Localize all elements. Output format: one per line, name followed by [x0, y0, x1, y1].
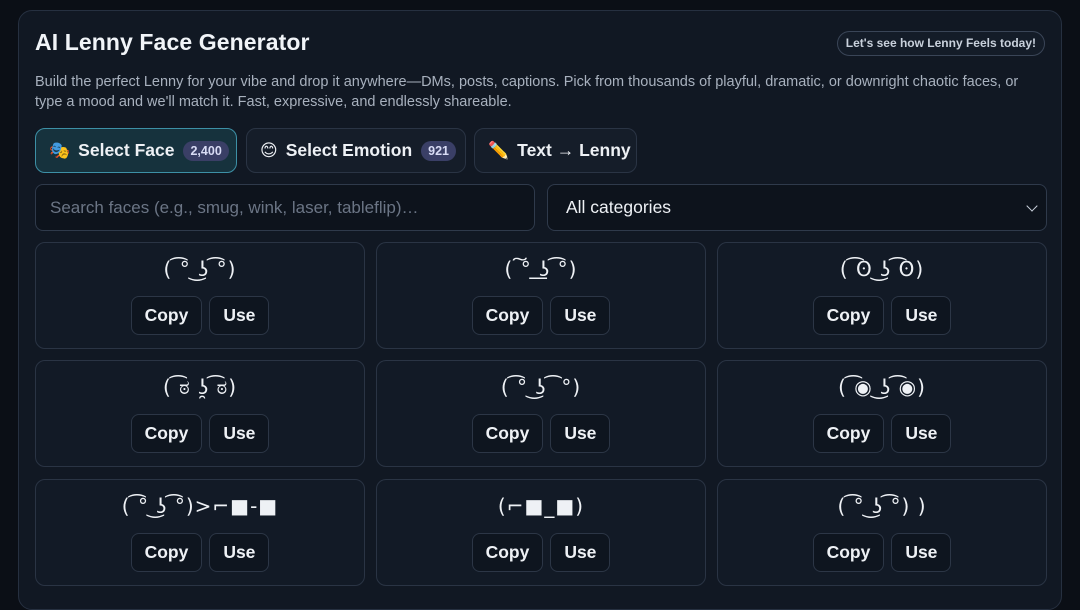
tab-label: Select Face: [78, 140, 175, 160]
page-title: AI Lenny Face Generator: [35, 29, 310, 55]
face-text: ( ͡° ͜ʖ ͡°) ): [837, 494, 927, 518]
chevron-down-icon: [1026, 200, 1038, 212]
generator-panel: AI Lenny Face Generator Let's see how Le…: [18, 10, 1062, 610]
face-card: ( ͡° ͜ʖ ͡ °) Copy Use: [376, 360, 706, 467]
face-card: ( ͡◉ ͜ʖ ͡◉) Copy Use: [717, 360, 1047, 467]
use-button[interactable]: Use: [550, 296, 611, 335]
face-text: ( ͡° ͜ʖ ͡°): [163, 257, 237, 281]
copy-button[interactable]: Copy: [471, 296, 544, 335]
face-text: ( ͡° ͜ʖ ͡ °): [500, 375, 582, 399]
copy-button[interactable]: Copy: [130, 533, 203, 572]
face-text: ( ͡◉ ͜ʖ ͡◉): [838, 375, 926, 399]
count-badge: 2,400: [183, 140, 229, 161]
tab-label: Text → Lenny: [517, 140, 631, 160]
copy-button[interactable]: Copy: [471, 533, 544, 572]
face-card: ( ͡° ͜ʖ ͡°) ) Copy Use: [717, 479, 1047, 586]
copy-button[interactable]: Copy: [812, 414, 885, 453]
tab-select-emotion[interactable]: 😊 Select Emotion 921: [246, 128, 466, 173]
copy-button[interactable]: Copy: [130, 414, 203, 453]
face-text: (⌐■_■): [497, 494, 585, 518]
face-card: ( ͡ಠ ʖ̯ ͡ಠ) Copy Use: [35, 360, 365, 467]
face-card: ( ͡° ͜ʖ ͡°) Copy Use: [35, 242, 365, 349]
copy-button[interactable]: Copy: [812, 533, 885, 572]
face-card: ( ͡° ͜ʖ ͡°)>⌐■-■ Copy Use: [35, 479, 365, 586]
use-button[interactable]: Use: [550, 414, 611, 453]
category-select[interactable]: All categories: [547, 184, 1047, 231]
tab-label: Select Emotion: [285, 140, 413, 160]
face-card: ( ͠° ͟ʖ ͡°) Copy Use: [376, 242, 706, 349]
face-text: ( ͠° ͟ʖ ͡°): [504, 257, 578, 281]
tab-text-to-lenny[interactable]: ✏️ Text → Lenny: [474, 128, 637, 173]
smiley-icon: 😊: [260, 140, 278, 160]
category-select-value: All categories: [566, 197, 672, 217]
pencil-icon: ✏️: [488, 140, 510, 160]
use-button[interactable]: Use: [209, 533, 270, 572]
use-button[interactable]: Use: [891, 414, 952, 453]
use-button[interactable]: Use: [209, 414, 270, 453]
count-badge: 921: [421, 140, 457, 161]
theater-masks-icon: 🎭: [49, 140, 71, 160]
mood-badge[interactable]: Let's see how Lenny Feels today!: [836, 31, 1045, 56]
copy-button[interactable]: Copy: [812, 296, 885, 335]
face-text: ( ͡ʘ ͜ʖ ͡ʘ): [839, 257, 925, 281]
page-description: Build the perfect Lenny for your vibe an…: [35, 74, 1019, 110]
use-button[interactable]: Use: [891, 533, 952, 572]
copy-button[interactable]: Copy: [471, 414, 544, 453]
tab-select-face[interactable]: 🎭 Select Face 2,400: [35, 128, 237, 173]
use-button[interactable]: Use: [550, 533, 611, 572]
face-text: ( ͡ಠ ʖ̯ ͡ಠ): [162, 375, 238, 399]
use-button[interactable]: Use: [891, 296, 952, 335]
face-card: ( ͡ʘ ͜ʖ ͡ʘ) Copy Use: [717, 242, 1047, 349]
use-button[interactable]: Use: [209, 296, 270, 335]
search-input[interactable]: [35, 184, 535, 231]
face-text: ( ͡° ͜ʖ ͡°)>⌐■-■: [121, 494, 279, 518]
copy-button[interactable]: Copy: [130, 296, 203, 335]
face-card: (⌐■_■) Copy Use: [376, 479, 706, 586]
